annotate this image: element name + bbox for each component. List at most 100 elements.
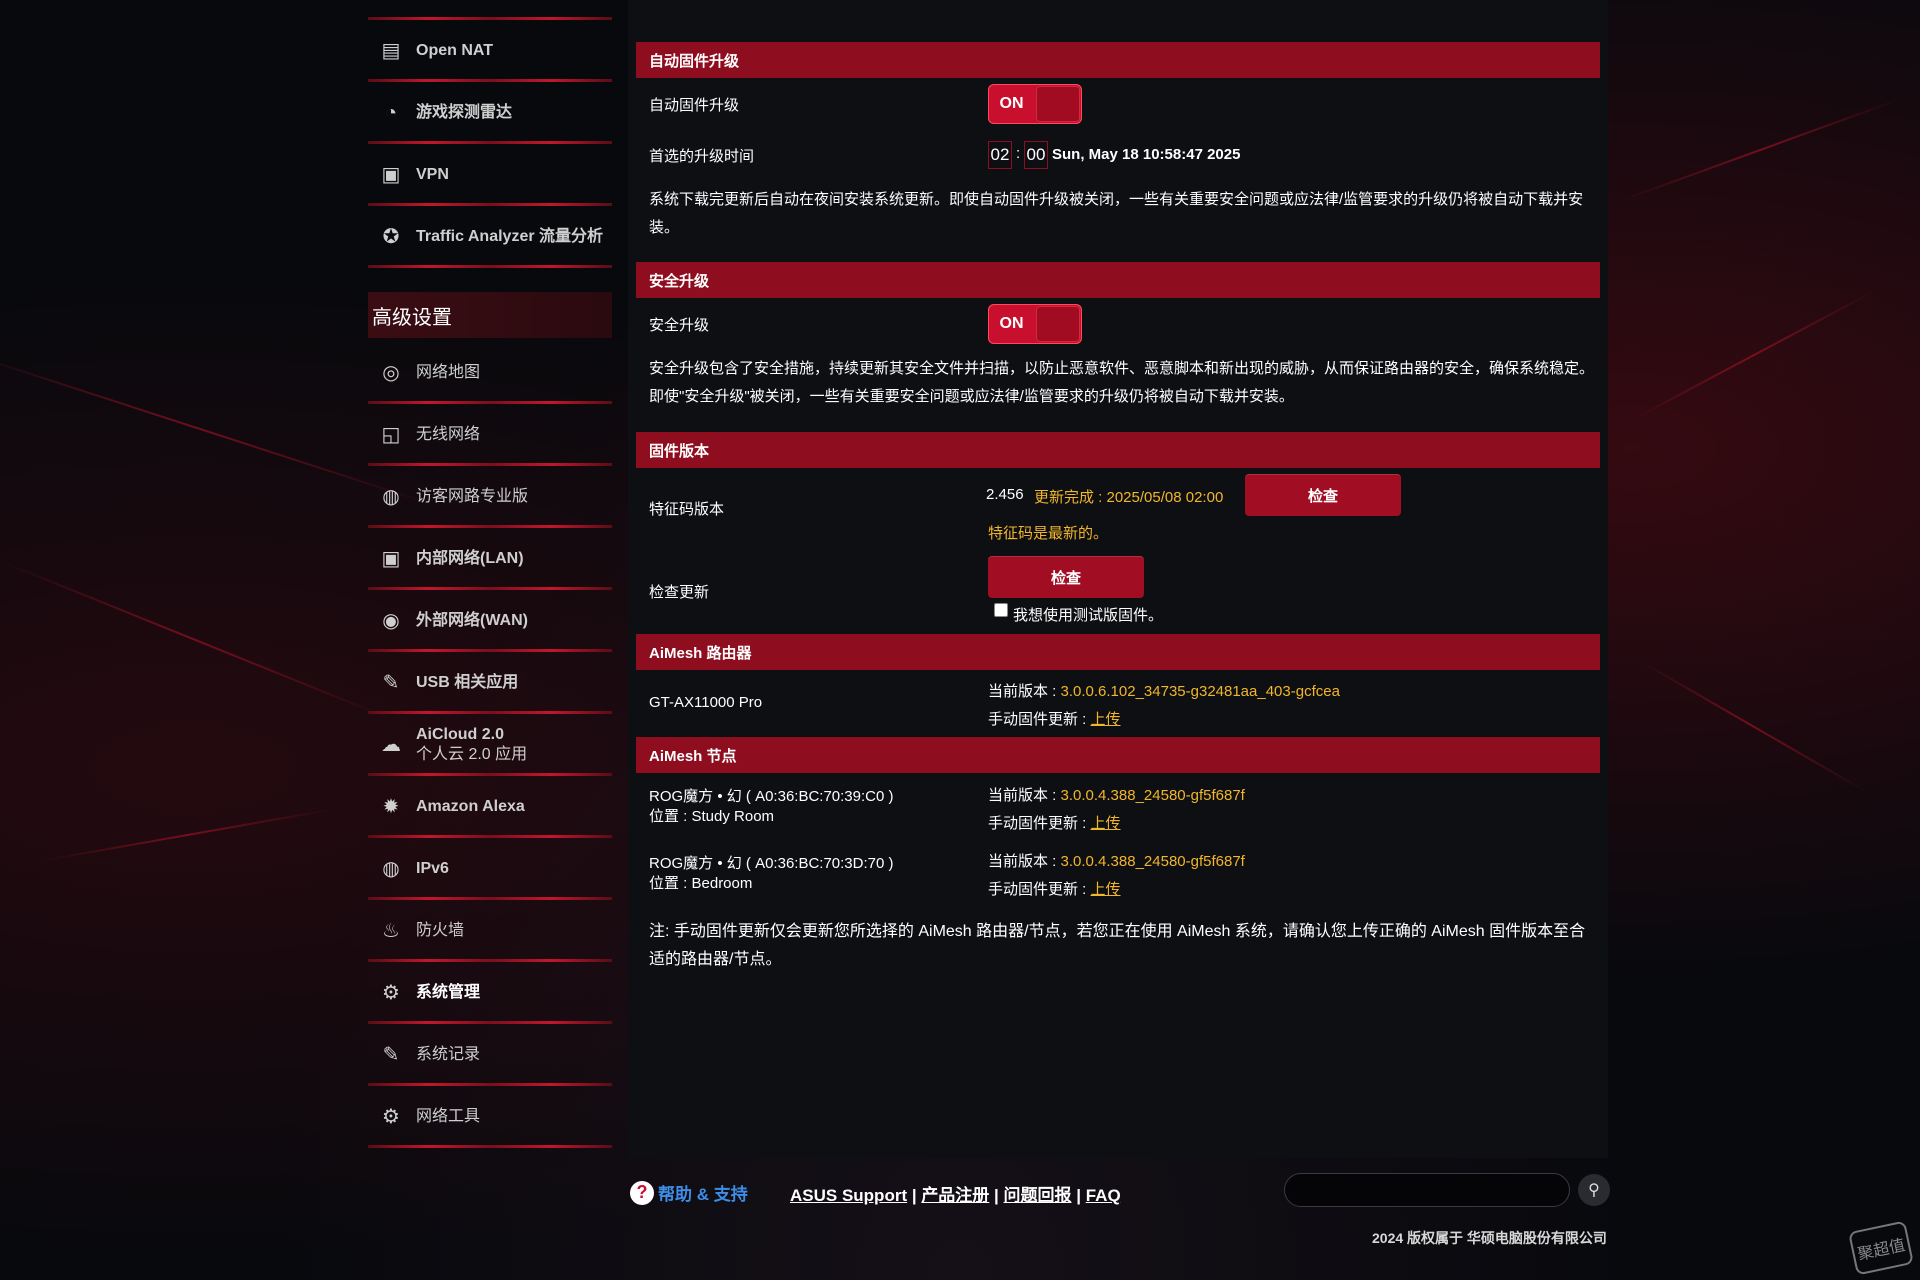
- upgrade-hour-input[interactable]: 02: [988, 141, 1012, 169]
- node-1-location: 位置 : Study Room: [649, 808, 775, 825]
- upgrade-minute-input[interactable]: 00: [1024, 141, 1048, 169]
- node-2-location: 位置 : Bedroom: [649, 875, 753, 892]
- sidebar-item-network-tools[interactable]: ⚙ 网络工具: [368, 1086, 612, 1148]
- sidebar-item-guest-network[interactable]: ◍ 访客网路专业版: [368, 466, 612, 528]
- auto-upgrade-label: 自动固件升级: [649, 97, 740, 114]
- node-1-upload-link[interactable]: 上传: [1091, 815, 1121, 832]
- signature-version-label: 特征码版本: [649, 501, 725, 518]
- sidebar-item-usb[interactable]: ✎ USB 相关应用: [368, 652, 612, 714]
- signature-status: 更新完成 : 2025/05/08 02:00: [1034, 489, 1224, 506]
- sidebar-item-label: USB 相关应用: [416, 673, 518, 693]
- sidebar-item-label: 系统记录: [416, 1045, 480, 1065]
- sidebar-item-text: 网络工具: [416, 1108, 481, 1125]
- node-2-name: ROG魔方 • 幻 ( A0:36:BC:70:3D:70 ): [649, 855, 894, 872]
- copyright: 2024 版权属于 华硕电脑股份有限公司: [1372, 1230, 1607, 1246]
- network-tools-icon: ⚙: [382, 1106, 400, 1128]
- auto-upgrade-toggle[interactable]: ON: [988, 84, 1082, 124]
- check-signature-button[interactable]: 检查: [1245, 474, 1401, 516]
- sidebar-item-text: 防火墙: [416, 922, 465, 939]
- sidebar-item-partial: [368, 0, 612, 20]
- help-support-link[interactable]: ? 帮助 & 支持: [630, 1180, 748, 1205]
- sidebar-section-advanced: 高级设置: [368, 292, 612, 338]
- footer-links: ASUS Support | 产品注册 | 问题回报 | FAQ: [790, 1181, 1121, 1206]
- sidebar: ▤ Open NAT ◔ 游戏探测雷达 ▣ VPN ✪ Traffic Analyzer 流量…: [368, 0, 612, 1148]
- sidebar-item-open-nat[interactable]: ▤ Open NAT: [368, 20, 612, 82]
- sidebar-item-text: 访客网路专业版: [416, 488, 529, 505]
- sidebar-item-text: 游戏探测雷达: [416, 104, 513, 121]
- sidebar-item-administration[interactable]: ⚙ 系统管理: [368, 962, 612, 1024]
- sidebar-item-network-map[interactable]: ◎ 网络地图: [368, 342, 612, 404]
- sidebar-item-label: Open NAT: [416, 41, 493, 61]
- sidebar-item-label: 网络工具: [416, 1107, 480, 1127]
- beta-firmware-label: 我想使用测试版固件。: [1013, 607, 1164, 624]
- network-map-icon: ◎: [382, 362, 400, 384]
- wan-icon: ◉: [382, 610, 400, 632]
- sidebar-item-text: AiCloud 2.0: [416, 726, 505, 743]
- sidebar-item-ipv6[interactable]: ◍ IPv6: [368, 838, 612, 900]
- administration-icon: ⚙: [382, 982, 400, 1004]
- auto-upgrade-description: 系统下载完更新后自动在夜间安装系统更新。即使自动固件升级被关闭，一些有关重要安全…: [649, 191, 1584, 236]
- separator: |: [907, 1186, 922, 1205]
- sidebar-item-label: 防火墙: [416, 921, 464, 941]
- sidebar-item-text: 无线网络: [416, 426, 481, 443]
- main-panel: 自动固件升级 自动固件升级 ON 首选的升级时间 02 : 00 Sun, Ma…: [628, 0, 1608, 1158]
- sidebar-item-text: IPv6: [416, 860, 449, 877]
- feedback-link[interactable]: 问题回报: [1004, 1186, 1072, 1205]
- node-2-upload-link[interactable]: 上传: [1091, 881, 1121, 898]
- help-icon: ?: [630, 1180, 654, 1205]
- open-nat-icon: ▤: [381, 40, 401, 62]
- router-upload-link[interactable]: 上传: [1091, 711, 1121, 728]
- current-datetime: Sun, May 18 10:58:47 2025: [1052, 146, 1241, 163]
- sidebar-item-text: VPN: [416, 166, 449, 183]
- router-manual-update: 手动固件更新 : 上传: [988, 711, 1121, 728]
- search-input[interactable]: [1284, 1173, 1570, 1207]
- sidebar-item-wan[interactable]: ◉ 外部网络(WAN): [368, 590, 612, 652]
- sidebar-item-lan[interactable]: ▣ 内部网络(LAN): [368, 528, 612, 590]
- sidebar-item-alexa[interactable]: ✹ Amazon Alexa: [368, 776, 612, 838]
- toggle-knob: [1036, 86, 1080, 122]
- beta-firmware-checkbox[interactable]: [994, 603, 1008, 617]
- signature-latest-message: 特征码是最新的。: [988, 525, 1109, 542]
- sidebar-item-traffic-analyzer[interactable]: ✪ Traffic Analyzer 流量分析: [368, 206, 612, 268]
- ipv6-icon: ◍: [382, 858, 400, 880]
- sidebar-item-label: 内部网络(LAN): [416, 549, 524, 569]
- sidebar-item-firewall[interactable]: ♨ 防火墙: [368, 900, 612, 962]
- node-2-current-version: 当前版本 : 3.0.0.4.388_24580-gf5f687f: [988, 853, 1245, 870]
- system-log-icon: ✎: [382, 1044, 400, 1066]
- check-update-label: 检查更新: [649, 584, 710, 601]
- search-icon[interactable]: ⚲: [1578, 1174, 1610, 1206]
- sidebar-item-system-log[interactable]: ✎ 系统记录: [368, 1024, 612, 1086]
- product-registration-link[interactable]: 产品注册: [921, 1186, 989, 1205]
- separator: |: [1071, 1186, 1086, 1205]
- security-upgrade-toggle[interactable]: ON: [988, 304, 1082, 344]
- help-support-label: 帮助 & 支持: [658, 1185, 748, 1204]
- firewall-icon: ♨: [382, 920, 400, 942]
- sidebar-item-wireless[interactable]: ◱ 无线网络: [368, 404, 612, 466]
- sidebar-item-aicloud[interactable]: ☁ AiCloud 2.0 个人云 2.0 应用: [368, 714, 612, 776]
- section-firmware-title: 固件版本: [636, 432, 1600, 468]
- node-2-manual-update: 手动固件更新 : 上传: [988, 881, 1121, 898]
- toggle-knob: [1036, 306, 1080, 342]
- usb-icon: ✎: [382, 672, 400, 694]
- sidebar-item-text: 系统管理: [416, 984, 481, 1001]
- sidebar-item-radar[interactable]: ◔ 游戏探测雷达: [368, 82, 612, 144]
- check-firmware-button[interactable]: 检查: [988, 556, 1144, 598]
- sidebar-item-label: 无线网络: [416, 425, 480, 445]
- wireless-icon: ◱: [381, 424, 401, 446]
- faq-link[interactable]: FAQ: [1086, 1186, 1121, 1205]
- section-auto-upgrade-title: 自动固件升级: [636, 42, 1600, 78]
- upgrade-time-label: 首选的升级时间: [649, 148, 755, 165]
- sidebar-item-label: Amazon Alexa: [416, 797, 525, 817]
- time-separator: :: [1016, 145, 1021, 162]
- toggle-state: ON: [999, 315, 1024, 332]
- aimesh-note: 注: 手动固件更新仅会更新您所选择的 AiMesh 路由器/节点，若您正在使用 …: [649, 923, 1586, 968]
- router-current-version: 当前版本 : 3.0.0.6.102_34735-g32481aa_403-gc…: [988, 683, 1340, 700]
- asus-support-link[interactable]: ASUS Support: [790, 1186, 907, 1205]
- router-model: GT-AX11000 Pro: [649, 694, 763, 711]
- sidebar-item-label: VPN: [416, 165, 449, 185]
- aicloud-icon: ☁: [381, 734, 401, 756]
- sidebar-item-text: USB 相关应用: [416, 674, 519, 691]
- sidebar-item-vpn[interactable]: ▣ VPN: [368, 144, 612, 206]
- sidebar-item-text: 网络地图: [416, 364, 481, 381]
- node-1-name: ROG魔方 • 幻 ( A0:36:BC:70:39:C0 ): [649, 788, 894, 805]
